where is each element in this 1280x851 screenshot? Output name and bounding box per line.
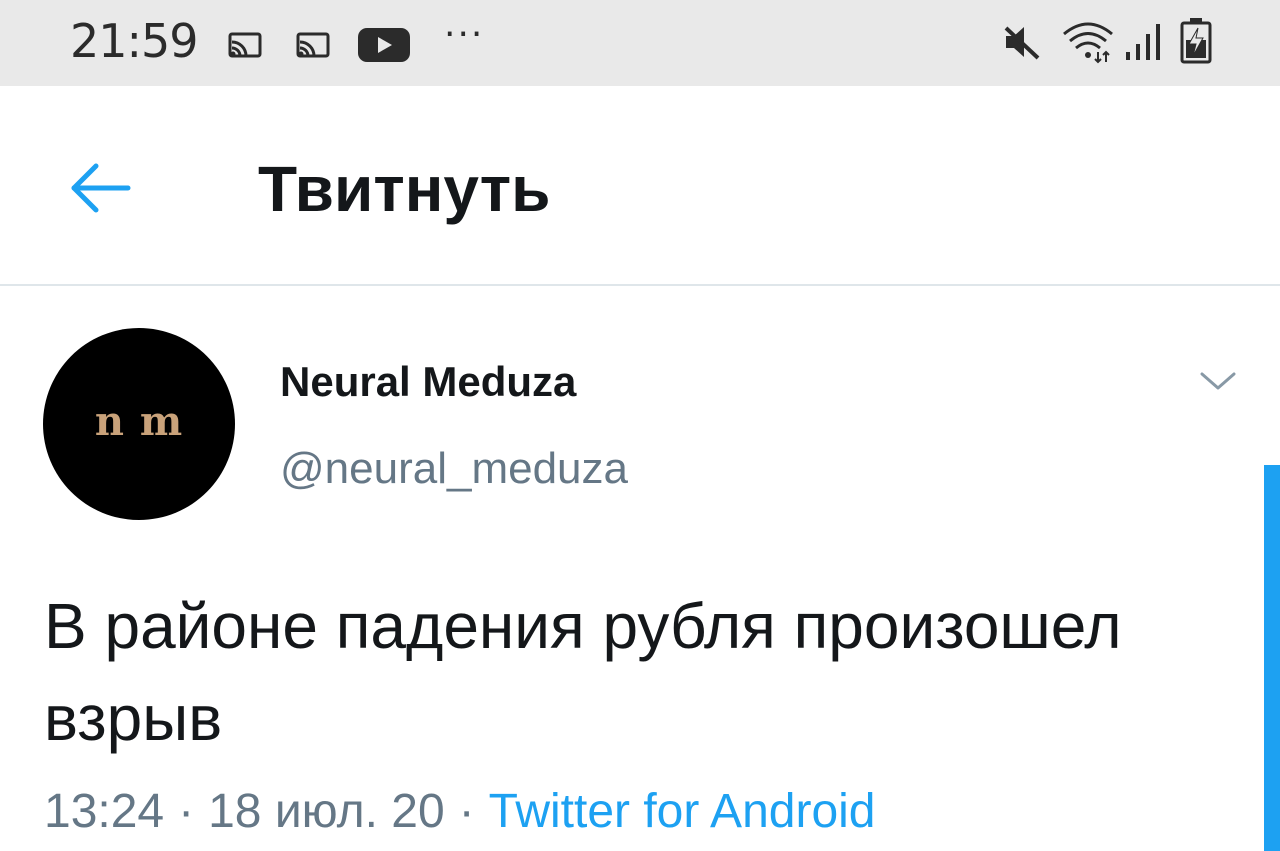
app-header: Твитнуть	[0, 86, 1280, 286]
battery-icon	[1180, 18, 1212, 64]
tweet-time: 13:24	[44, 785, 165, 838]
tweet-text: В районе падения рубля произошел взрыв	[44, 590, 1122, 754]
cast-icon	[228, 32, 262, 58]
status-time: 21:59	[70, 14, 199, 68]
tweet-meta: 13:24 · 18 июл. 20 · Twitter for Android	[44, 784, 876, 839]
author-handle[interactable]: @neural_meduza	[280, 444, 628, 494]
author-display-name[interactable]: Neural Meduza	[280, 358, 576, 406]
wifi-icon	[1063, 22, 1113, 64]
signal-icon	[1126, 24, 1160, 60]
mute-icon	[1004, 26, 1040, 60]
tweet-date: 18 июл. 20	[208, 785, 445, 838]
avatar[interactable]: n m	[43, 328, 235, 520]
more-notifications-icon: ···	[444, 14, 485, 55]
back-arrow-icon[interactable]	[62, 156, 138, 220]
chevron-down-icon[interactable]	[1196, 366, 1240, 396]
cast-icon	[296, 32, 330, 58]
youtube-icon	[358, 28, 410, 62]
meta-separator: ·	[458, 785, 475, 838]
page-title: Твитнуть	[258, 153, 551, 225]
status-bar: 21:59 ···	[0, 0, 1280, 86]
scrollbar[interactable]	[1264, 465, 1280, 851]
meta-separator: ·	[178, 785, 195, 838]
avatar-logo: n m	[94, 398, 184, 445]
tweet-source-link[interactable]: Twitter for Android	[489, 785, 876, 838]
